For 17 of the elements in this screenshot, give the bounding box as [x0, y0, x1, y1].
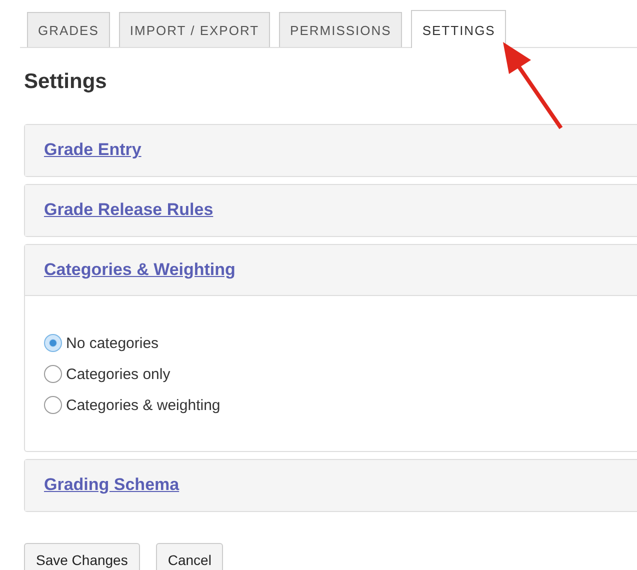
- panel-title-link[interactable]: Grade Release Rules: [44, 197, 214, 223]
- panel-title-link[interactable]: Categories & Weighting: [44, 256, 236, 282]
- panel-title-link[interactable]: Grading Schema: [44, 472, 180, 498]
- panel-title-link[interactable]: Grade Entry: [44, 137, 142, 163]
- cancel-button[interactable]: Cancel: [156, 542, 224, 570]
- radio-button[interactable]: [44, 365, 62, 383]
- page-heading: Settings: [24, 69, 108, 95]
- tab[interactable]: SETTINGS: [411, 10, 506, 48]
- radio-label: Categories only: [66, 364, 170, 384]
- tab[interactable]: GRADES: [27, 12, 110, 47]
- radio-button[interactable]: [44, 396, 62, 414]
- tab[interactable]: IMPORT / EXPORT: [118, 12, 270, 47]
- radio-button[interactable]: [44, 334, 62, 352]
- radio-label: No categories: [66, 334, 159, 354]
- tab[interactable]: PERMISSIONS: [279, 12, 402, 47]
- radio-label: Categories & weighting: [66, 396, 220, 416]
- save-button[interactable]: Save Changes: [24, 542, 140, 570]
